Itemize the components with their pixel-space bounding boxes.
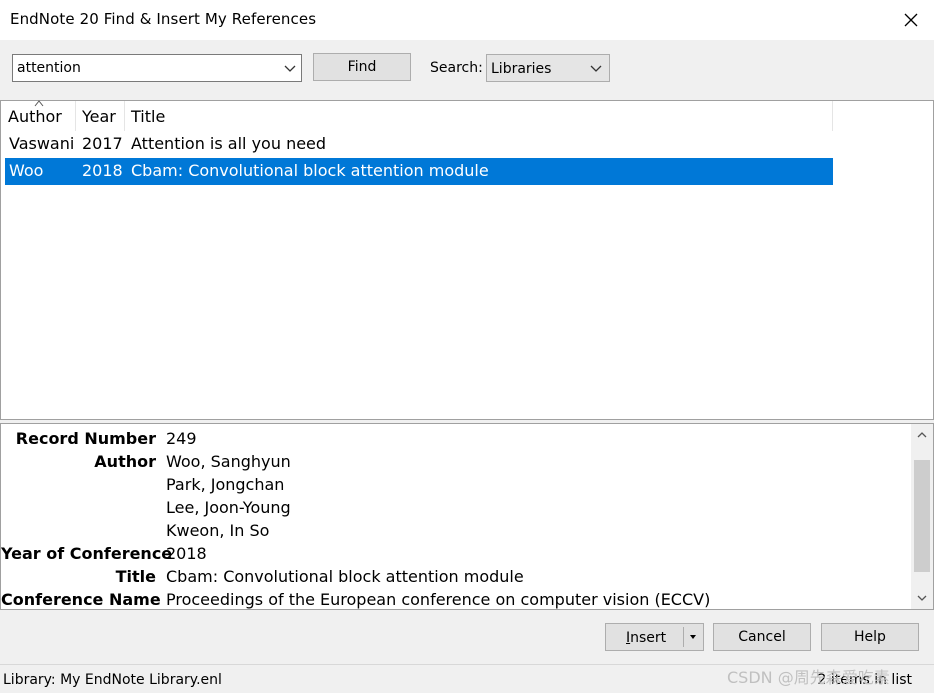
reference-detail-pane[interactable]: Record Number 249 Author Woo, Sanghyun P…	[0, 423, 934, 610]
year-value: 2018	[166, 544, 207, 563]
sort-ascending-icon	[34, 100, 44, 107]
author-value: Lee, Joon-Young	[166, 498, 291, 517]
chevron-up-icon[interactable]	[915, 428, 929, 442]
year-label: Year of Conference	[1, 544, 173, 563]
row-author: Vaswani	[9, 134, 75, 153]
author-value: Kweon, In So	[166, 521, 270, 540]
author-value: Park, Jongchan	[166, 475, 285, 494]
record-number-label: Record Number	[15, 429, 156, 448]
title-field: Title	[1, 567, 156, 589]
search-input-value: attention	[17, 60, 81, 76]
cancel-button[interactable]: Cancel	[713, 623, 811, 651]
close-button[interactable]	[888, 0, 934, 40]
column-header-label: Author	[8, 107, 62, 126]
author-label: Author	[94, 452, 156, 471]
close-icon	[904, 13, 918, 27]
dropdown-arrow-icon[interactable]	[688, 633, 698, 641]
chevron-down-icon[interactable]	[283, 61, 297, 75]
search-toolbar: attention Find Search: Libraries	[0, 40, 934, 100]
results-header: Author Year Title	[1, 100, 833, 131]
watermark: CSDN @周先森爱吃素	[727, 668, 890, 687]
conference-label: Conference Name	[1, 590, 161, 609]
conference-field: Conference Name	[1, 590, 161, 609]
row-author: Woo	[9, 161, 44, 180]
insert-label: Insert	[626, 630, 667, 646]
chevron-down-icon[interactable]	[915, 591, 929, 605]
record-number-value: 249	[166, 429, 197, 448]
title-label: Title	[115, 567, 156, 586]
search-input[interactable]: attention	[12, 54, 302, 82]
detail-scrollbar[interactable]	[911, 424, 933, 609]
results-list[interactable]: Author Year Title Vaswani 2017 Attention…	[0, 100, 934, 420]
column-header-label: Title	[131, 107, 166, 126]
record-number-field: Record Number	[1, 429, 156, 451]
search-scope-label: Search:	[430, 60, 483, 76]
help-button[interactable]: Help	[821, 623, 919, 651]
insert-button[interactable]: Insert	[605, 623, 704, 651]
find-button[interactable]: Find	[313, 53, 411, 81]
column-header-author[interactable]: Author	[1, 100, 76, 131]
split-divider	[683, 627, 684, 647]
author-field: Author	[1, 452, 156, 474]
year-field: Year of Conference	[1, 544, 173, 566]
title-bar: EndNote 20 Find & Insert My References	[0, 0, 934, 40]
title-value: Cbam: Convolutional block attention modu…	[166, 567, 524, 586]
table-row-selected[interactable]: Woo 2018 Cbam: Convolutional block atten…	[5, 158, 833, 185]
row-title: Attention is all you need	[131, 134, 327, 153]
table-row[interactable]: Vaswani 2017 Attention is all you need	[5, 131, 833, 158]
chevron-down-icon	[590, 65, 602, 72]
search-scope-value: Libraries	[491, 61, 552, 77]
library-name: Library: My EndNote Library.enl	[3, 672, 222, 688]
row-year: 2017	[82, 134, 123, 153]
search-scope-select[interactable]: Libraries	[486, 54, 610, 82]
column-header-year[interactable]: Year	[76, 101, 125, 131]
scrollbar-thumb[interactable]	[914, 460, 930, 572]
row-year: 2018	[82, 161, 123, 180]
column-header-title[interactable]: Title	[125, 101, 833, 131]
row-title: Cbam: Convolutional block attention modu…	[131, 161, 489, 180]
column-header-label: Year	[82, 107, 116, 126]
window-title: EndNote 20 Find & Insert My References	[10, 10, 317, 28]
author-value: Woo, Sanghyun	[166, 452, 291, 471]
conference-value: Proceedings of the European conference o…	[166, 590, 711, 609]
